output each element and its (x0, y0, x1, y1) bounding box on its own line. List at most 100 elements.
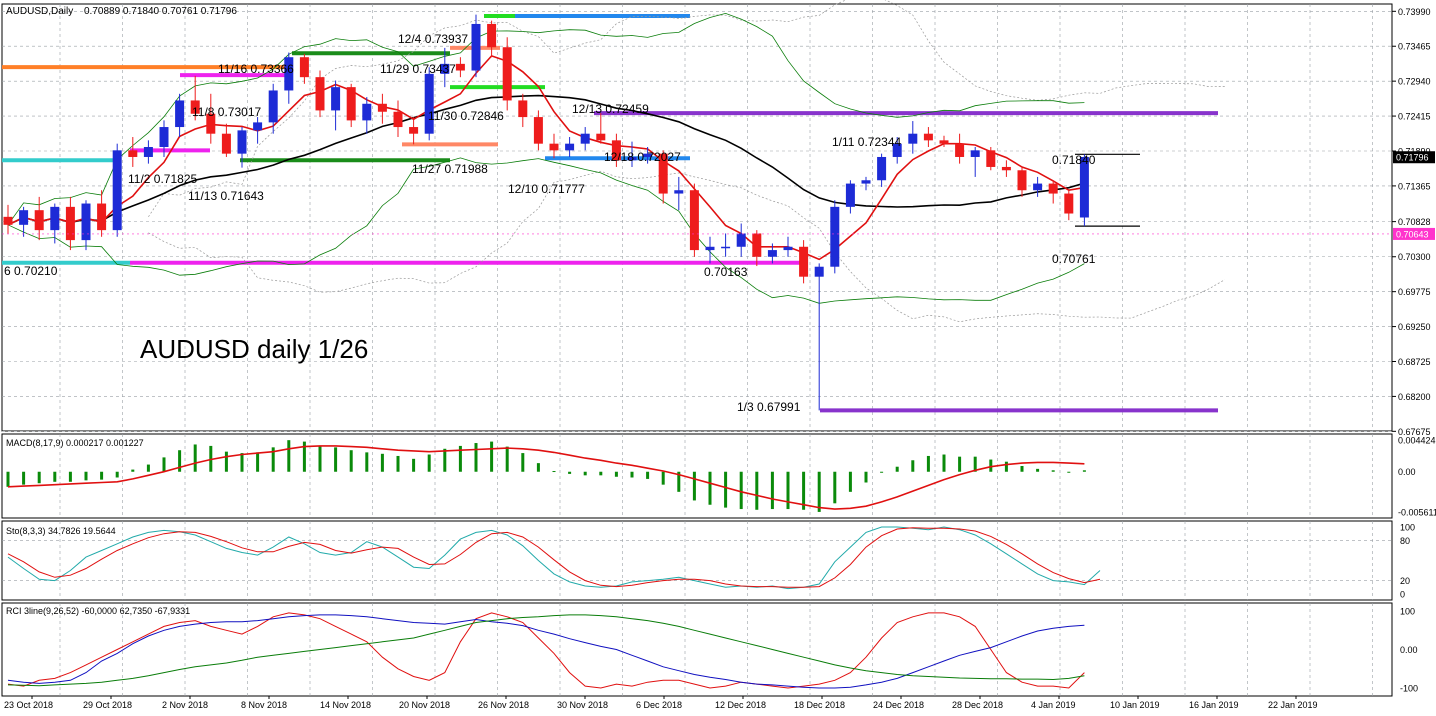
price-annotation: 11/30 0.72846 (428, 109, 504, 123)
macd-bar (848, 471, 852, 492)
macd-bar (334, 447, 338, 472)
level-price-label: 0.70643 (1396, 229, 1429, 239)
macd-bar (536, 463, 540, 472)
macd-bar (490, 441, 494, 472)
macd-bar (989, 459, 993, 472)
panel-frame (1, 602, 1393, 697)
macd-bar (895, 466, 899, 472)
candle-bear (34, 210, 44, 231)
macd-bar (412, 458, 416, 472)
candle-bull (1033, 183, 1043, 191)
price-tick-label: 0.70828 (1398, 217, 1431, 227)
candle-bull (721, 246, 731, 249)
macd-bar (568, 471, 572, 474)
stochastic-label: Sto(8,3,3) 34.7826 19.5644 (6, 526, 116, 536)
candle-bear (221, 133, 231, 154)
candle-bear (689, 190, 699, 251)
candle-bull (830, 206, 840, 267)
macd-scale-label: 0.004424 (1398, 436, 1436, 446)
candle-bull (705, 246, 715, 251)
candle-bear (455, 63, 465, 71)
macd-bar (162, 457, 166, 472)
candle-bull (424, 73, 434, 134)
time-tick-label: 20 Nov 2018 (399, 700, 450, 710)
candle-bear (65, 206, 75, 241)
macd-bar (1051, 470, 1055, 472)
macd-bar (224, 451, 228, 472)
macd-bar (724, 471, 728, 508)
price-chart[interactable]: AUDUSD,Daily 0.70889 0.71840 0.70761 0.7… (0, 0, 1436, 716)
candle-bear (487, 23, 497, 48)
candle-bull (814, 266, 824, 277)
macd-bar (365, 452, 369, 472)
price-annotation: 11/27 0.71988 (412, 162, 488, 176)
macd-bar (646, 471, 650, 479)
price-annotation: 0.70163 (704, 265, 748, 279)
macd-bar (443, 448, 447, 472)
price-annotation: 11/13 0.71643 (188, 189, 264, 203)
time-tick-label: 29 Oct 2018 (83, 700, 132, 710)
time-tick-label: 26 Nov 2018 (478, 700, 529, 710)
candle-bull (908, 133, 918, 144)
macd-bar (661, 471, 665, 485)
candle-bull (159, 127, 169, 147)
time-tick-label: 30 Nov 2018 (557, 700, 608, 710)
price-annotation: 11/8 0.73017 (192, 105, 262, 119)
candle-bear (393, 111, 403, 128)
price-tick-label: 0.73465 (1398, 42, 1431, 52)
candle-bear (1048, 183, 1058, 194)
candle-bear (128, 150, 138, 157)
candle-bull (877, 156, 887, 181)
time-tick-label: 16 Jan 2019 (1189, 700, 1239, 710)
macd-bar (864, 471, 868, 483)
macd-bar (692, 471, 696, 501)
candle-bull (580, 133, 590, 144)
macd-bar (1020, 466, 1024, 472)
time-tick-label: 23 Oct 2018 (4, 700, 53, 710)
candle-bull (783, 246, 793, 251)
rci-label: RCI 3line(9,26,52) -60,0000 62,7350 -67,… (6, 606, 190, 616)
candle-bear (502, 47, 512, 101)
price-annotation: 1/11 0.72344 (832, 135, 902, 149)
candle-bear (596, 133, 606, 141)
macd-bar (911, 460, 915, 472)
macd-bar (100, 471, 104, 480)
macd-bar (53, 471, 57, 482)
time-tick-label: 14 Nov 2018 (320, 700, 371, 710)
price-annotation: 12/18 0.72027 (604, 150, 681, 164)
candle-bear (518, 100, 528, 118)
macd-bar (505, 446, 509, 472)
sto-k-line (7, 526, 1101, 590)
sto-scale-label: 20 (1400, 576, 1410, 586)
time-tick-label: 8 Nov 2018 (241, 700, 287, 710)
macd-bar (256, 452, 260, 472)
price-annotation: 0.70761 (1052, 252, 1096, 266)
candle-bull (736, 233, 746, 247)
macd-bar (146, 464, 150, 472)
candle-bull (674, 190, 684, 194)
macd-bar (68, 471, 72, 482)
macd-bar (833, 471, 837, 504)
price-tick-label: 0.72415 (1398, 112, 1431, 122)
candle-bear (315, 77, 325, 111)
macd-bar (599, 471, 603, 476)
candle-bear (955, 143, 965, 157)
candle-bull (331, 87, 341, 111)
time-tick-label: 10 Jan 2019 (1110, 700, 1160, 710)
price-annotation: 6 0.70210 (4, 264, 58, 278)
macd-bar (1036, 468, 1040, 472)
candle-bear (533, 117, 543, 144)
candle-bull (237, 130, 247, 154)
macd-bar (22, 471, 26, 485)
time-tick-label: 28 Dec 2018 (952, 700, 1003, 710)
candle-bull (81, 203, 91, 241)
price-annotation: 11/16 0.73366 (218, 62, 294, 76)
price-tick-label: 0.72940 (1398, 77, 1431, 87)
macd-signal-line (7, 445, 1085, 510)
macd-bar (552, 471, 556, 473)
price-annotation: 11/2 0.71825 (128, 172, 198, 186)
sto-scale-label: 100 (1400, 523, 1415, 533)
macd-label: MACD(8,17,9) 0.000217 0.001227 (6, 438, 144, 448)
macd-bar (131, 469, 135, 472)
price-tick-label: 0.68200 (1398, 392, 1431, 402)
